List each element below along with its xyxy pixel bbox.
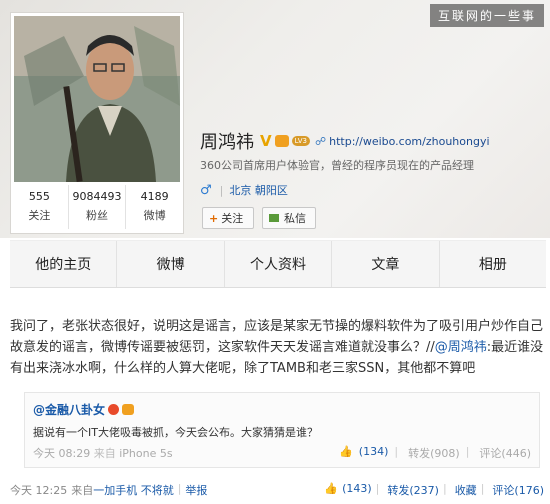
post-source[interactable]: 一加手机 不将就 bbox=[93, 482, 174, 498]
stat-posts[interactable]: 4189 微博 bbox=[126, 185, 183, 229]
repost-source[interactable]: iPhone 5s bbox=[119, 447, 172, 460]
post-comment-button[interactable]: 评论(176) bbox=[492, 482, 544, 498]
homepage-link[interactable]: http://weibo.com/zhouhongyi bbox=[329, 135, 489, 148]
stat-label: 粉丝 bbox=[86, 209, 108, 222]
post-footer: 今天 12:25 来自 一加手机 不将就 | 举报 👍 (143) | 转发(23… bbox=[10, 482, 544, 498]
repost-author-link[interactable]: @金融八卦女 bbox=[33, 401, 105, 418]
gender-male-icon: ♂ bbox=[200, 182, 212, 198]
post-from-label: 来自 bbox=[71, 484, 94, 497]
message-button-label: 私信 bbox=[284, 212, 306, 225]
profile-stats: 555 关注 9084493 粉丝 4189 微博 bbox=[11, 185, 183, 229]
repost-like-button[interactable]: 👍 (134) bbox=[333, 445, 388, 461]
member-badge-icon bbox=[122, 404, 135, 415]
stat-following[interactable]: 555 关注 bbox=[11, 185, 69, 229]
link-icon: ☍ bbox=[314, 134, 327, 148]
tab-home[interactable]: 他的主页 bbox=[10, 241, 118, 287]
avatar[interactable] bbox=[14, 16, 180, 182]
repost-header: @金融八卦女 bbox=[33, 401, 135, 418]
divider: | bbox=[375, 482, 380, 495]
reposted-post: @金融八卦女 据说有一个IT大佬吸毒被抓，今天会公布。大家猜猜是谁？ 今天 08… bbox=[24, 392, 540, 468]
stat-label: 微博 bbox=[143, 209, 166, 222]
plus-icon: + bbox=[209, 211, 219, 225]
badge-icon bbox=[108, 404, 120, 415]
location-link[interactable]: 北京 朝阳区 bbox=[229, 182, 288, 198]
post-actions: 👍 (143) | 转发(237) | 收藏 | 评论(176) bbox=[316, 482, 544, 498]
profile-location-row: ♂ | 北京 朝阳区 bbox=[200, 182, 288, 198]
post-like-count: (143) bbox=[342, 482, 372, 495]
divider: | bbox=[394, 445, 399, 458]
message-button[interactable]: 私信 bbox=[262, 207, 316, 229]
post-collect-button[interactable]: 收藏 bbox=[455, 482, 477, 498]
repost-comment-button[interactable]: 评论(446) bbox=[479, 445, 531, 461]
tab-articles[interactable]: 文章 bbox=[332, 241, 440, 287]
watermark: 互联网的一些事 bbox=[429, 4, 544, 27]
follow-button-label: 关注 bbox=[221, 212, 244, 225]
level-badge[interactable]: LV3 bbox=[291, 136, 310, 146]
tab-weibo[interactable]: 微博 bbox=[117, 241, 225, 287]
repost-text: 据说有一个IT大佬吸毒被抓，今天会公布。大家猜猜是谁？ bbox=[33, 426, 318, 439]
post-text: 我问了，老张状态很好，说明这是谣言，应该是某家无节操的爆料软件为了吸引用户炒作自… bbox=[10, 316, 544, 379]
stat-number: 9084493 bbox=[72, 190, 122, 203]
stat-number: 4189 bbox=[140, 190, 169, 203]
post-repost-button[interactable]: 转发(237) bbox=[387, 482, 439, 498]
thumbs-up-icon: 👍 bbox=[339, 445, 353, 458]
divider: | bbox=[219, 183, 224, 197]
divider: | bbox=[177, 482, 182, 495]
member-badge-icon[interactable] bbox=[274, 135, 289, 147]
stat-label: 关注 bbox=[28, 209, 51, 222]
verified-v-icon[interactable]: V bbox=[260, 132, 272, 150]
stat-followers[interactable]: 9084493 粉丝 bbox=[69, 185, 127, 229]
repost-time[interactable]: 今天 08:29 bbox=[33, 447, 90, 460]
profile-name-row: 周鸿祎 V LV3 ☍ http://weibo.com/zhouhongyi bbox=[200, 128, 490, 154]
mention-link[interactable]: @周鸿祎 bbox=[435, 340, 487, 355]
profile-header: 互联网的一些事 555 关注 9084493 粉丝 4189 微博 周鸿祎 V … bbox=[0, 0, 550, 238]
repost-repost-button[interactable]: 转发(908) bbox=[408, 445, 460, 461]
tab-albums[interactable]: 相册 bbox=[440, 241, 546, 287]
tab-profile-info[interactable]: 个人资料 bbox=[225, 241, 333, 287]
profile-tabs: 他的主页 微博 个人资料 文章 相册 bbox=[10, 240, 546, 288]
follow-button[interactable]: + 关注 bbox=[202, 207, 254, 229]
divider: | bbox=[465, 445, 470, 458]
stat-number: 555 bbox=[28, 190, 50, 203]
post-time[interactable]: 今天 12:25 bbox=[10, 482, 67, 498]
report-link[interactable]: 举报 bbox=[185, 482, 207, 498]
divider: | bbox=[442, 482, 447, 495]
profile-name: 周鸿祎 bbox=[200, 132, 254, 153]
repost-meta: 今天 08:29 来自 iPhone 5s bbox=[33, 445, 173, 461]
profile-description: 360公司首席用户体验官，曾经的程序员现在的产品经理 bbox=[200, 159, 474, 172]
post-like-button[interactable]: 👍 (143) bbox=[320, 482, 371, 498]
envelope-icon bbox=[269, 214, 279, 222]
divider: | bbox=[480, 482, 485, 495]
repost-actions: 👍 (134) | 转发(908) | 评论(446) bbox=[327, 445, 531, 461]
repost-like-count: (134) bbox=[358, 445, 389, 458]
repost-from-label: 来自 bbox=[93, 447, 116, 460]
thumbs-up-icon: 👍 bbox=[324, 482, 339, 495]
avatar-card: 555 关注 9084493 粉丝 4189 微博 bbox=[10, 12, 184, 234]
